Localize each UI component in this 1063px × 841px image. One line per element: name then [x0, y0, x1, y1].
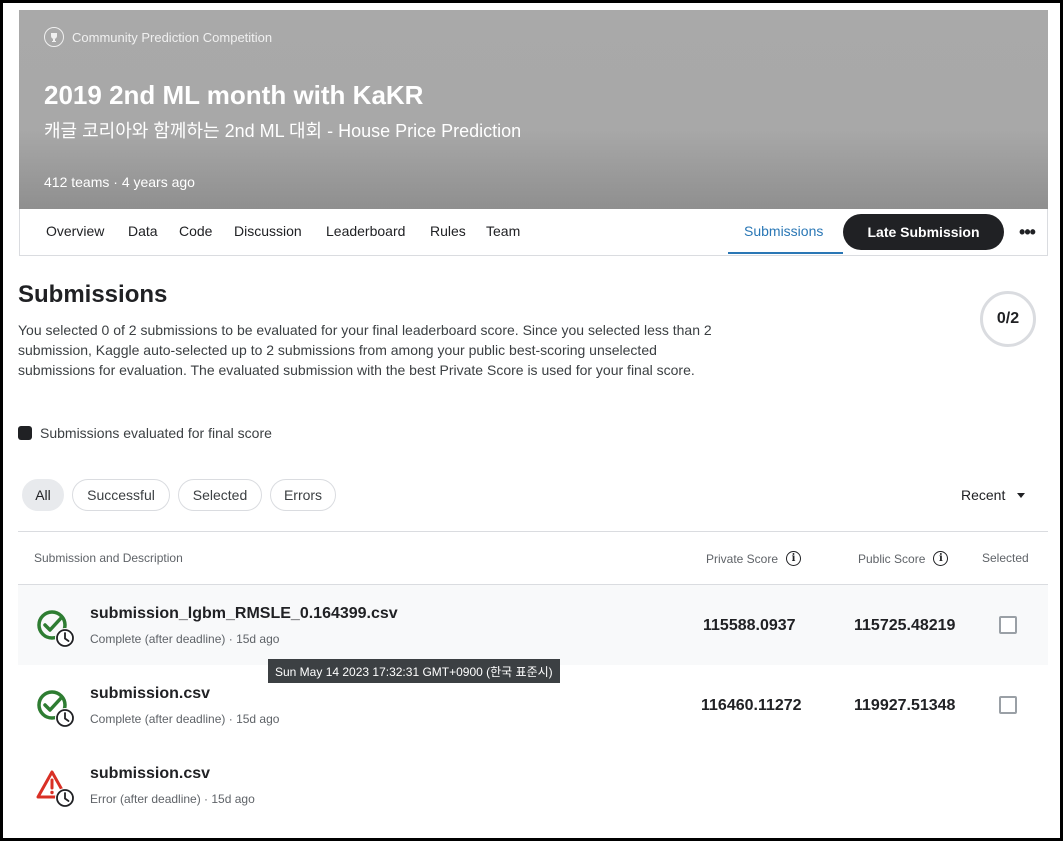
competition-tabs: Overview Data Code Discussion Leaderboar…: [19, 209, 1048, 256]
submission-filename[interactable]: submission.csv: [90, 685, 210, 703]
table-top-divider: [18, 531, 1048, 532]
competition-title: 2019 2nd ML month with KaKR: [44, 80, 424, 110]
legend-swatch: [18, 426, 32, 440]
column-header-submission: Submission and Description: [34, 551, 183, 565]
column-header-submission-label: Submission and Description: [34, 551, 183, 565]
tab-discussion[interactable]: Discussion: [234, 223, 302, 239]
tab-code[interactable]: Code: [179, 223, 212, 239]
submission-status: Complete (after deadline) · 15d ago: [90, 712, 280, 726]
tab-rules[interactable]: Rules: [430, 223, 466, 239]
competition-type: Community Prediction Competition: [44, 27, 272, 47]
timestamp-tooltip: Sun May 14 2023 17:32:31 GMT+0900 (한국 표준…: [268, 659, 560, 683]
private-score: 116460.11272: [701, 697, 802, 714]
filter-chip-errors[interactable]: Errors: [270, 479, 336, 511]
submission-status: Complete (after deadline) · 15d ago: [90, 632, 280, 646]
submission-status: Error (after deadline) · 15d ago: [90, 792, 255, 806]
competition-type-label: Community Prediction Competition: [72, 29, 273, 45]
late-submission-button[interactable]: Late Submission: [843, 214, 1004, 250]
competition-meta: 412 teams · 4 years ago: [44, 174, 195, 190]
private-score: 115588.0937: [703, 617, 796, 634]
info-icon[interactable]: i: [786, 551, 802, 566]
competition-subtitle: 캐글 코리아와 함께하는 2nd ML 대회 - House Price Pre…: [44, 121, 522, 141]
column-header-public-label: Public Score: [858, 551, 926, 566]
page-title: Submissions: [18, 281, 168, 308]
sort-dropdown[interactable]: Recent: [961, 487, 1026, 503]
active-tab-indicator: [728, 252, 843, 254]
column-header-selected-label: Selected: [982, 551, 1029, 565]
sort-label: Recent: [961, 487, 1006, 503]
select-checkbox[interactable]: [999, 616, 1017, 634]
competition-header: Community Prediction Competition 2019 2n…: [19, 10, 1048, 209]
column-header-private-score: Private Score i: [706, 551, 802, 566]
tab-team[interactable]: Team: [486, 223, 520, 239]
column-header-public-score: Public Score i: [858, 551, 949, 566]
filter-chip-successful[interactable]: Successful: [72, 479, 170, 511]
selection-counter: 0/2: [980, 291, 1036, 347]
column-header-private-label: Private Score: [706, 551, 779, 566]
public-score: 119927.51348: [854, 697, 956, 714]
legend-label: Submissions evaluated for final score: [40, 425, 272, 441]
submission-filename[interactable]: submission_lgbm_RMSLE_0.164399.csv: [90, 605, 398, 623]
check-circle-icon: [36, 609, 76, 649]
more-options-button[interactable]: •••: [1012, 217, 1042, 247]
submissions-description: You selected 0 of 2 submissions to be ev…: [18, 322, 712, 378]
warning-triangle-icon: [36, 769, 76, 809]
trophy-icon: [44, 27, 64, 47]
legend: Submissions evaluated for final score: [18, 425, 272, 441]
table-row[interactable]: submission.csv Error (after deadline) · …: [18, 745, 1048, 825]
chevron-down-icon: [1017, 492, 1026, 498]
tab-leaderboard[interactable]: Leaderboard: [326, 223, 405, 239]
public-score: 115725.48219: [854, 617, 956, 634]
tab-data[interactable]: Data: [128, 223, 158, 239]
select-checkbox[interactable]: [999, 696, 1017, 714]
tab-overview[interactable]: Overview: [46, 223, 104, 239]
tab-submissions[interactable]: Submissions: [744, 223, 823, 239]
filter-chip-all[interactable]: All: [22, 479, 64, 511]
info-icon[interactable]: i: [933, 551, 949, 566]
column-header-selected: Selected: [982, 551, 1029, 565]
submission-filename[interactable]: submission.csv: [90, 765, 210, 783]
table-row[interactable]: submission_lgbm_RMSLE_0.164399.csv Compl…: [18, 585, 1048, 665]
filter-chip-selected[interactable]: Selected: [178, 479, 262, 511]
check-circle-icon: [36, 689, 76, 729]
